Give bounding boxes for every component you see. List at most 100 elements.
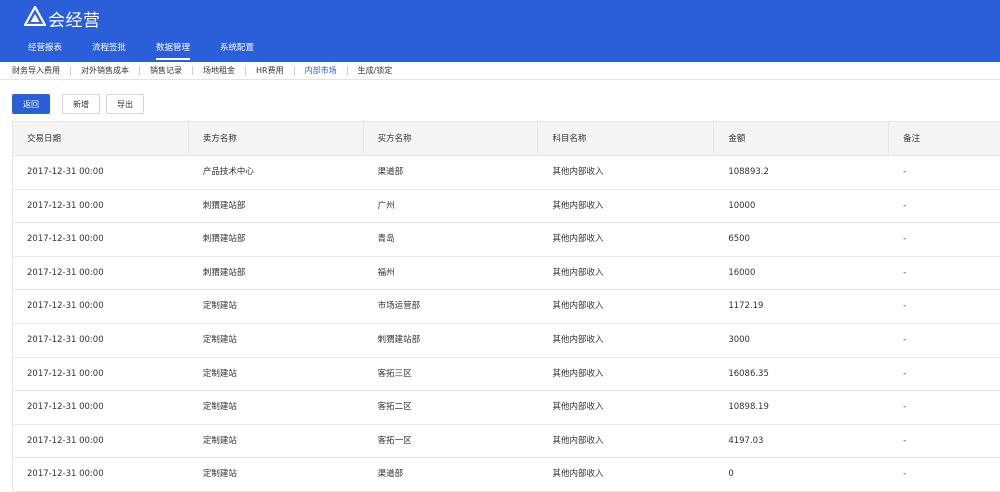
nav-item-approval[interactable]: 流程签批 — [92, 40, 126, 62]
table-row[interactable]: 2017-12-31 00:00 定制建站 渠道部 其他内部收入 0 - — [13, 458, 1000, 492]
cell-trade-date: 2017-12-31 00:00 — [27, 267, 104, 278]
cell-subject: 其他内部收入 — [552, 267, 604, 278]
table-row[interactable]: 2017-12-31 00:00 定制建站 刺猬建站部 其他内部收入 3000 - — [13, 324, 1000, 358]
cell-amount: 16000 — [728, 267, 756, 278]
cell-remark: - — [903, 435, 907, 446]
table-row[interactable]: 2017-12-31 00:00 定制建站 客拓三区 其他内部收入 16086.35 - — [13, 358, 1000, 392]
logo-icon — [23, 5, 47, 30]
cell-trade-date: 2017-12-31 00:00 — [27, 167, 104, 177]
cell-trade-date: 2017-12-31 00:00 — [27, 402, 104, 413]
back-button[interactable]: 返回 — [12, 94, 50, 114]
subnav-divider — [139, 66, 140, 75]
column-header-seller[interactable]: 卖方名称 — [189, 122, 364, 155]
nav-item-system-config[interactable]: 系统配置 — [220, 40, 254, 62]
cell-buyer: 青岛 — [377, 234, 395, 245]
cell-amount: 16086.35 — [728, 368, 769, 379]
cell-remark: - — [903, 334, 907, 345]
subnav-item-finance-import[interactable]: 财务导入费用 — [12, 62, 60, 80]
table-row[interactable]: 2017-12-31 00:00 刺猬建站部 福州 其他内部收入 16000 - — [13, 257, 1000, 291]
column-header-buyer[interactable]: 买方名称 — [364, 122, 539, 155]
app-logo[interactable]: 会经营 — [23, 5, 101, 31]
subnav-item-generate-lock[interactable]: 生成/锁定 — [358, 62, 393, 80]
cell-trade-date: 2017-12-31 00:00 — [27, 200, 104, 211]
subnav-item-hr-costs[interactable]: HR费用 — [256, 62, 284, 80]
subnav-divider — [245, 66, 246, 75]
table-row[interactable]: 2017-12-31 00:00 定制建站 客拓一区 其他内部收入 4197.03 - — [13, 425, 1000, 459]
cell-seller: 定制建站 — [202, 435, 237, 446]
cell-amount: 1172.19 — [728, 301, 764, 312]
table-row[interactable]: 2017-12-31 00:00 刺猬建站部 青岛 其他内部收入 6500 - — [13, 223, 1000, 257]
subnav-item-internal-market[interactable]: 内部市场 — [305, 62, 337, 80]
cell-seller: 产品技术中心 — [202, 167, 254, 177]
subnav-divider — [293, 66, 295, 75]
table-row[interactable]: 2017-12-31 00:00 刺猬建站部 广州 其他内部收入 10000 - — [13, 190, 1000, 224]
subnav-item-venue-rent[interactable]: 场地租金 — [203, 62, 235, 80]
cell-subject: 其他内部收入 — [552, 334, 604, 345]
cell-remark: - — [903, 469, 907, 480]
subnav-divider — [192, 66, 193, 75]
nav-item-data-management[interactable]: 数据管理 — [156, 40, 191, 62]
cell-buyer: 渠道部 — [377, 167, 404, 177]
cell-subject: 其他内部收入 — [552, 368, 604, 379]
cell-amount: 10000 — [728, 200, 756, 211]
cell-subject: 其他内部收入 — [552, 402, 604, 413]
cell-subject: 其他内部收入 — [552, 200, 604, 211]
column-header-remark[interactable]: 备注 — [889, 122, 1000, 155]
cell-subject: 其他内部收入 — [552, 234, 604, 245]
cell-amount: 0 — [728, 469, 734, 480]
cell-amount: 6500 — [728, 234, 750, 245]
app-name: 会经营 — [48, 10, 101, 31]
cell-remark: - — [903, 200, 907, 211]
cell-subject: 其他内部收入 — [552, 435, 604, 446]
column-header-subject[interactable]: 科目名称 — [538, 122, 715, 155]
cell-buyer: 渠道部 — [377, 469, 404, 480]
cell-buyer: 刺猬建站部 — [377, 334, 421, 345]
cell-subject: 其他内部收入 — [552, 301, 604, 312]
cell-buyer: 客拓三区 — [377, 368, 412, 379]
cell-buyer: 福州 — [377, 267, 395, 278]
cell-amount: 108893.2 — [728, 167, 769, 177]
cell-trade-date: 2017-12-31 00:00 — [27, 334, 104, 345]
cell-trade-date: 2017-12-31 00:00 — [27, 368, 104, 379]
sub-nav: 财务导入费用 对外销售成本 销售记录 场地租金 HR费用 内部市场 生成/锁定 — [0, 62, 1000, 80]
cell-subject: 其他内部收入 — [552, 167, 604, 177]
column-header-trade-date[interactable]: 交易日期 — [13, 122, 189, 155]
cell-seller: 定制建站 — [202, 402, 237, 413]
subnav-divider — [70, 66, 71, 75]
cell-remark: - — [903, 402, 907, 413]
subnav-item-external-sales-cost[interactable]: 对外销售成本 — [81, 62, 129, 80]
add-button[interactable]: 新增 — [62, 94, 100, 114]
cell-trade-date: 2017-12-31 00:00 — [27, 435, 104, 446]
cell-amount: 3000 — [728, 334, 750, 345]
cell-trade-date: 2017-12-31 00:00 — [27, 301, 104, 312]
table-header: 交易日期 卖方名称 买方名称 科目名称 金额 备注 — [13, 122, 1000, 156]
main-nav: 经营报表 流程签批 数据管理 系统配置 — [0, 40, 254, 62]
cell-remark: - — [903, 301, 907, 312]
nav-item-reports[interactable]: 经营报表 — [28, 40, 62, 62]
cell-seller: 定制建站 — [202, 368, 237, 379]
export-button[interactable]: 导出 — [106, 94, 144, 114]
cell-trade-date: 2017-12-31 00:00 — [27, 234, 104, 245]
table-row[interactable]: 2017-12-31 00:00 产品技术中心 渠道部 其他内部收入 108893.2 - — [13, 156, 1000, 190]
table-row[interactable]: 2017-12-31 00:00 定制建站 客拓二区 其他内部收入 10898.19 - — [13, 391, 1000, 425]
cell-buyer: 客拓二区 — [377, 402, 412, 413]
cell-amount: 10898.19 — [728, 402, 769, 413]
cell-seller: 定制建站 — [202, 301, 237, 312]
top-bar: 会经营 经营报表 流程签批 数据管理 系统配置 — [0, 0, 1000, 62]
table-body: 2017-12-31 00:00 产品技术中心 渠道部 其他内部收入 108893.2-… — [13, 156, 1000, 492]
cell-remark: - — [903, 267, 907, 278]
cell-remark: - — [903, 368, 907, 379]
cell-buyer: 客拓一区 — [377, 435, 412, 446]
cell-seller: 刺猬建站部 — [202, 267, 246, 278]
cell-amount: 4197.03 — [728, 435, 764, 446]
column-header-amount[interactable]: 金额 — [714, 122, 890, 155]
cell-remark: - — [903, 234, 907, 245]
cell-seller: 定制建站 — [202, 334, 237, 345]
cell-buyer: 市场运营部 — [377, 301, 421, 312]
subnav-item-sales-records[interactable]: 销售记录 — [150, 62, 182, 80]
cell-remark: - — [903, 167, 907, 177]
cell-seller: 刺猬建站部 — [202, 200, 246, 211]
cell-trade-date: 2017-12-31 00:00 — [27, 469, 104, 480]
cell-seller: 定制建站 — [202, 469, 237, 480]
table-row[interactable]: 2017-12-31 00:00 定制建站 市场运营部 其他内部收入 1172.19 - — [13, 290, 1000, 324]
